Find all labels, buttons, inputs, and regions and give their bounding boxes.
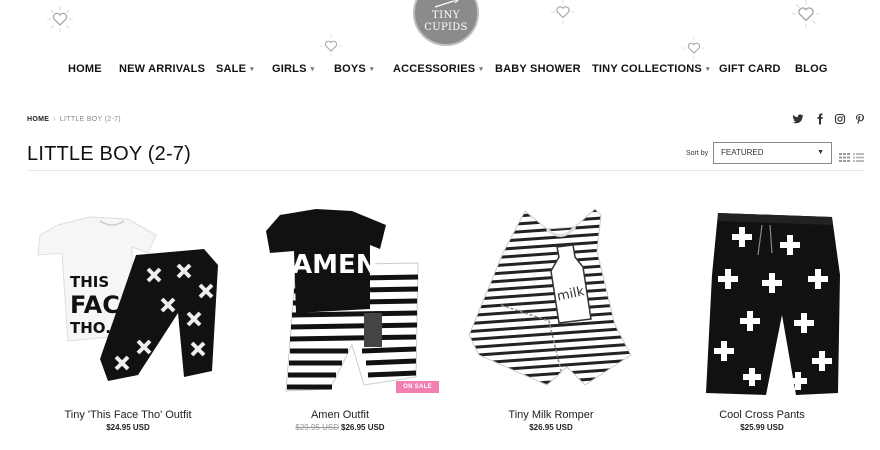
nav-item-label: BABY SHOWER [495,63,581,75]
product-price: $25.99 USD [740,423,784,432]
chevron-down-icon: ▾ [479,66,483,74]
site-logo[interactable]: TINY CUPIDS [413,0,479,46]
instagram-icon[interactable] [834,113,846,125]
breadcrumb-separator: › [53,116,56,123]
shirt-print-line-1: THIS [70,273,109,291]
chevron-down-icon: ▾ [705,66,710,74]
product-card[interactable]: AMEN. Amen Outfit $29.95 USD $26.95 USD [240,185,440,445]
sort-select[interactable]: FEATURED ▼ [713,142,832,164]
sort-label: Sort by [686,150,709,157]
breadcrumb: HOME › LITTLE BOY (2-7) [27,116,121,123]
product-image[interactable]: THIS FACE THO. [28,195,228,395]
nav-item-label: GIRLS [272,63,307,75]
heart-icon [683,37,705,59]
nav-item-label: NEW ARRIVALS [119,63,206,75]
nav-item-home[interactable]: HOME [68,63,102,75]
grid-view-icon[interactable] [839,149,850,162]
product-name[interactable]: Amen Outfit [240,409,440,421]
product-name[interactable]: Cool Cross Pants [662,409,862,421]
product-card[interactable]: THIS FACE THO. Tiny 'This Face Tho' Outf… [28,185,228,445]
product-image[interactable]: AMEN. [240,195,440,395]
arrow-icon [434,0,459,8]
list-view-icon[interactable] [853,149,864,162]
logo-line-1: TINY [432,10,460,21]
nav-item-tiny-collections[interactable]: TINY COLLECTIONS ▾ [592,63,710,75]
chevron-down-icon: ▾ [310,66,315,74]
on-sale-badge: ON SALE [396,381,439,393]
nav-item-baby-shower[interactable]: BABY SHOWER [495,63,581,75]
nav-item-label: GIFT CARD [719,63,781,75]
nav-item-label: ACCESSORIES [393,63,476,75]
shirt-print-line-3: THO. [70,319,111,337]
nav-item-sale[interactable]: SALE ▾ [216,63,254,75]
nav-item-label: TINY COLLECTIONS [592,63,702,75]
nav-item-gift-card[interactable]: GIFT CARD [719,63,781,75]
sort-value: FEATURED [721,148,764,157]
product-image[interactable]: milk [451,195,651,395]
pinterest-icon[interactable] [854,113,866,125]
heart-icon [551,0,575,24]
product-card[interactable]: Cool Cross Pants $25.99 USD [662,185,862,445]
nav-item-blog[interactable]: BLOG [795,63,828,75]
logo-line-2: CUPIDS [424,22,468,33]
nav-item-accessories[interactable]: ACCESSORIES ▾ [393,63,483,75]
twitter-icon[interactable] [792,113,804,125]
chevron-down-icon: ▾ [250,66,254,74]
page-title: LITTLE BOY (2-7) [27,143,191,165]
product-price: $29.95 USD $26.95 USD [240,423,440,432]
nav-item-girls[interactable]: GIRLS ▾ [272,63,314,75]
chevron-down-icon: ▾ [369,66,374,74]
nav-item-label: SALE [216,63,247,75]
heart-icon [320,35,342,57]
chevron-down-icon: ▼ [817,149,824,156]
product-name[interactable]: Tiny Milk Romper [451,409,651,421]
product-price: $24.95 USD [106,423,150,432]
facebook-icon[interactable] [814,113,826,125]
nav-item-label: BLOG [795,63,828,75]
breadcrumb-current: LITTLE BOY (2-7) [59,116,121,123]
main-nav: HOME NEW ARRIVALS SALE ▾ GIRLS ▾ BOYS ▾ ACC… [0,63,880,79]
site-header: TINY CUPIDS HOME NEW ARRIVALS SALE ▾ GIRL… [0,0,880,95]
nav-item-label: BOYS [334,63,366,75]
nav-item-boys[interactable]: BOYS ▾ [334,63,374,75]
product-card[interactable]: milk Tiny Milk Romper $26.95 USD [451,185,651,445]
shirt-print: AMEN. [292,250,387,280]
nav-item-label: HOME [68,63,102,75]
product-name[interactable]: Tiny 'This Face Tho' Outfit [28,409,228,421]
sale-price: $26.95 USD [341,423,385,432]
product-price: $26.95 USD [529,423,573,432]
divider [27,170,864,171]
heart-icon [47,6,73,32]
heart-icon [792,0,820,28]
original-price: $29.95 USD [295,423,339,432]
nav-item-new-arrivals[interactable]: NEW ARRIVALS [119,63,205,75]
product-image[interactable] [662,195,862,395]
social-links [792,113,866,127]
breadcrumb-home-link[interactable]: HOME [27,116,49,123]
